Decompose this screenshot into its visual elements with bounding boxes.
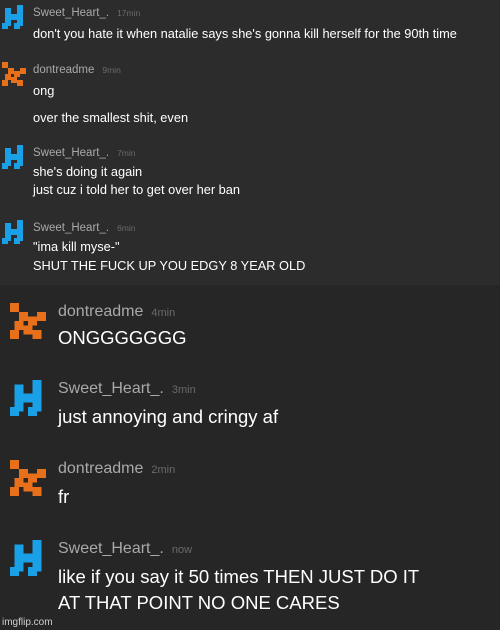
timestamp: 2min <box>151 464 176 476</box>
username[interactable]: Sweet_Heart_. <box>33 147 109 159</box>
orange-pixel-avatar-icon[interactable] <box>10 303 46 339</box>
message-text: just cuz i told her to get over her ban <box>33 182 240 197</box>
message-text: fr <box>58 486 70 507</box>
orange-pixel-avatar-icon[interactable] <box>2 62 26 86</box>
timestamp: 17min <box>117 8 141 18</box>
message-meta: dontreadme 4min <box>58 303 175 321</box>
username[interactable]: Sweet_Heart_. <box>33 222 109 234</box>
timestamp: 6min <box>117 223 136 233</box>
timestamp: 9min <box>102 65 121 75</box>
message-text: don't you hate it when natalie says she'… <box>33 26 457 41</box>
blue-pixel-avatar-icon[interactable] <box>10 540 46 576</box>
message-meta: dontreadme 9min <box>33 64 121 76</box>
username[interactable]: Sweet_Heart_. <box>58 380 164 397</box>
message-text: SHUT THE FUCK UP YOU EDGY 8 YEAR OLD <box>33 258 306 273</box>
message-meta: Sweet_Heart_. 6min <box>33 222 136 234</box>
message-text: she's doing it again <box>33 164 143 179</box>
timestamp: 4min <box>151 307 176 319</box>
blue-pixel-avatar-icon[interactable] <box>2 220 26 244</box>
message-meta: Sweet_Heart_. now <box>58 540 192 558</box>
username[interactable]: Sweet_Heart_. <box>33 7 109 19</box>
username[interactable]: dontreadme <box>58 460 143 477</box>
watermark: imgflip.com <box>2 617 53 628</box>
username[interactable]: dontreadme <box>58 303 143 320</box>
message-meta: Sweet_Heart_. 17min <box>33 7 140 19</box>
message-text: ong <box>33 83 55 98</box>
message-text: AT THAT POINT NO ONE CARES <box>58 592 340 613</box>
timestamp: 7min <box>117 148 136 158</box>
username[interactable]: Sweet_Heart_. <box>58 540 164 557</box>
orange-pixel-avatar-icon[interactable] <box>10 460 46 496</box>
username[interactable]: dontreadme <box>33 64 94 76</box>
blue-pixel-avatar-icon[interactable] <box>10 380 46 416</box>
message-text: over the smallest shit, even <box>33 110 189 125</box>
blue-pixel-avatar-icon[interactable] <box>2 145 26 169</box>
timestamp: 3min <box>171 384 196 396</box>
message-text: just annoying and cringy af <box>58 406 279 427</box>
message-text: ONGGGGGGG <box>58 327 187 348</box>
message-text: like if you say it 50 times THEN JUST DO… <box>58 566 420 587</box>
blue-pixel-avatar-icon[interactable] <box>2 5 26 29</box>
message-meta: Sweet_Heart_. 3min <box>58 380 196 398</box>
message-meta: dontreadme 2min <box>58 460 175 478</box>
timestamp: now <box>171 544 193 556</box>
message-meta: Sweet_Heart_. 7min <box>33 147 136 159</box>
message-text: "ima kill myse-" <box>33 239 120 254</box>
